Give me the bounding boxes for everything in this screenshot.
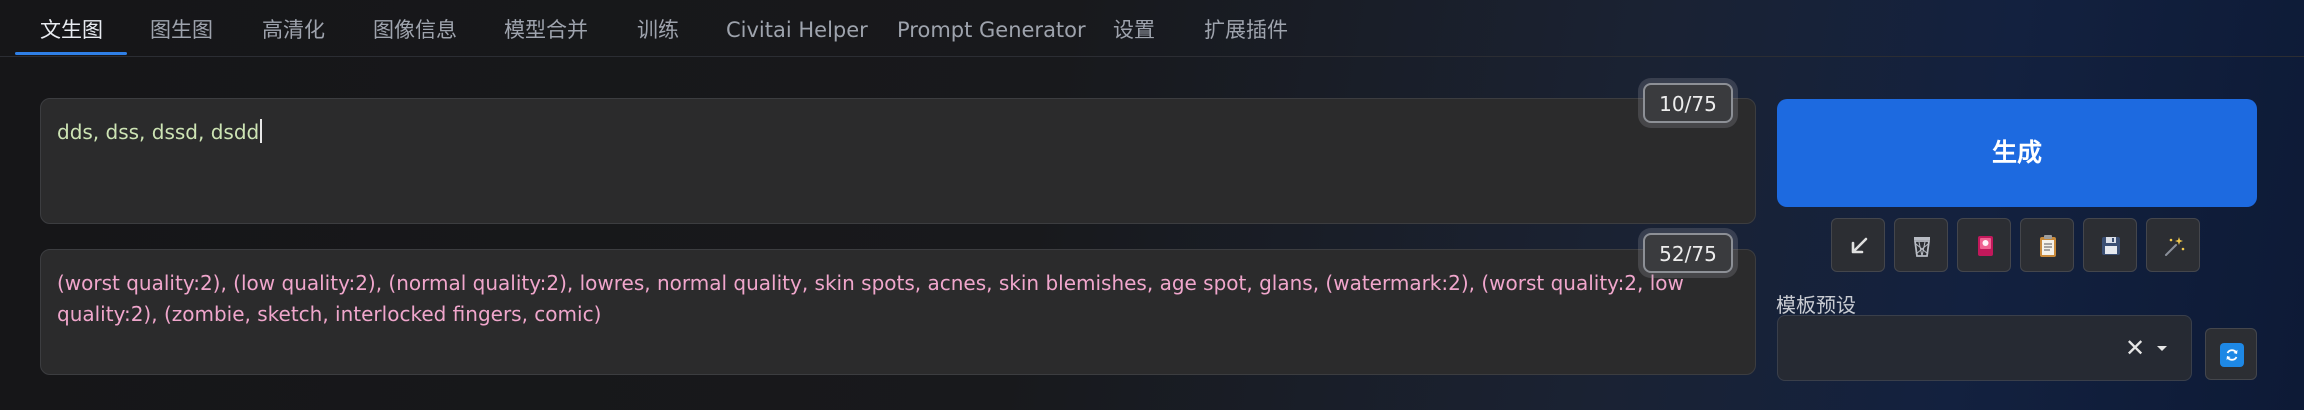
tab-settings[interactable]: 设置 <box>1113 0 1155 56</box>
prompt-field[interactable]: dds, dss, dssd, dsdd <box>57 117 1715 148</box>
save-style-button[interactable] <box>2083 218 2137 272</box>
tab-img2img[interactable]: 图生图 <box>150 0 213 56</box>
negative-prompt-textarea[interactable]: (worst quality:2), (low quality:2), (nor… <box>40 249 1756 375</box>
paste-button[interactable] <box>2020 218 2074 272</box>
clear-prompt-button[interactable] <box>1894 218 1948 272</box>
active-tab-indicator <box>15 52 127 55</box>
pink-card-icon <box>1978 236 1993 256</box>
styles-label: 模板预设 <box>1776 293 1856 317</box>
generate-button[interactable]: 生成 <box>1777 99 2257 207</box>
apply-style-button[interactable] <box>2146 218 2200 272</box>
tab-bar: 文生图 图生图 高清化 图像信息 模型合并 训练 Civitai Helper … <box>0 0 2304 57</box>
negative-prompt-token-counter: 52/75 <box>1643 233 1733 273</box>
text-caret <box>260 119 263 143</box>
tab-civitai-helper[interactable]: Civitai Helper <box>726 0 868 56</box>
tab-txt2img[interactable]: 文生图 <box>40 0 103 56</box>
tab-prompt-generator[interactable]: Prompt Generator <box>897 0 1086 56</box>
magic-wand-icon <box>2165 237 2185 256</box>
read-params-button[interactable] <box>1831 218 1885 272</box>
show-extra-networks-button[interactable] <box>1957 218 2011 272</box>
clear-icon[interactable]: ✕ <box>2120 333 2150 363</box>
tab-extras[interactable]: 高清化 <box>262 0 325 56</box>
tab-png-info[interactable]: 图像信息 <box>373 0 457 56</box>
clipboard-icon <box>2040 235 2056 257</box>
tab-extensions[interactable]: 扩展插件 <box>1204 0 1288 56</box>
chevron-down-icon[interactable] <box>2152 336 2172 360</box>
negative-prompt-field[interactable]: (worst quality:2), (low quality:2), (nor… <box>57 268 1715 330</box>
prompt-textarea[interactable]: dds, dss, dssd, dsdd <box>40 98 1756 224</box>
refresh-icon <box>2226 349 2238 361</box>
prompt-value: dds, dss, dssd, dsdd <box>57 120 260 144</box>
tab-checkpoint-merger[interactable]: 模型合并 <box>504 0 588 56</box>
refresh-styles-button[interactable] <box>2205 328 2257 380</box>
tab-train[interactable]: 训练 <box>637 0 679 56</box>
styles-dropdown[interactable]: ✕ <box>1777 315 2192 381</box>
floppy-disk-icon <box>2102 237 2120 255</box>
prompt-token-counter: 10/75 <box>1643 83 1733 123</box>
arrow-down-left-icon <box>1851 237 1868 254</box>
trash-icon <box>1913 237 1931 257</box>
